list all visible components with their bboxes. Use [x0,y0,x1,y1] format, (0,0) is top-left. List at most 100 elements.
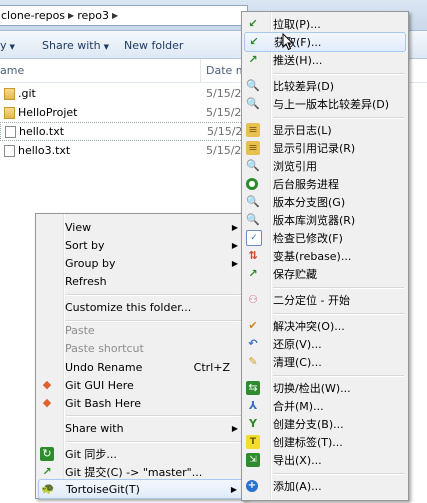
menu-item-sort-by[interactable]: Sort by ▶ [38,235,244,255]
menu-item-rebase[interactable]: ⇅ 变基(rebase)... [244,246,406,266]
menu-item-stash-save[interactable]: ↗ 保存贮藏 [244,264,406,284]
git-diamond-icon: ◆ [42,396,52,409]
file-name: hello.txt [19,125,65,138]
menu-item-export[interactable]: ⇲ 导出(X)... [244,450,406,470]
menu-item-pull[interactable]: ↙ 拉取(P)... [244,14,406,34]
diff-prev-icon: 🔍 [246,97,260,110]
menu-item-refresh[interactable]: Refresh [38,271,244,291]
file-row-git[interactable]: .git 5/15/201 [0,84,255,103]
menu-item-git-bash-here[interactable]: ◆ Git Bash Here [38,393,244,413]
file-row-hello-txt[interactable]: hello.txt 5/15/201 [0,122,256,141]
menu-item-browse-refs[interactable]: 🔍 浏览引用 [244,156,406,176]
menu-item-share-with[interactable]: Share with ▶ [38,418,244,438]
breadcrumb-repo3[interactable]: repo3 [77,9,109,22]
stash-icon: ↗ [248,267,258,280]
menu-item-revert[interactable]: ↶ 还原(V)... [244,334,406,354]
menu-item-git-gui-here[interactable]: ◆ Git GUI Here [38,375,244,395]
menu-item-git-sync[interactable]: ↻ Git 同步... [38,444,244,464]
chevron-down-icon: ▼ [103,43,109,51]
menu-item-show-reflog[interactable]: ≡ 显示引用记录(R) [244,138,406,158]
menu-item-paste: Paste [65,323,95,337]
menu-item-tortoisegit[interactable]: 🐢 TortoiseGit(T) ▶ [38,479,244,499]
switch-icon: ⇆ [246,381,260,395]
text-file-icon [5,125,16,138]
menu-separator [273,375,404,377]
menu-item-merge[interactable]: ⅄ 合并(M)... [244,396,406,416]
mouse-cursor-icon [282,33,294,51]
revert-icon: ↶ [248,337,258,350]
tortoisegit-submenu: ↙ 拉取(P)... ↙ 获取(F)... ↗ 推送(H)... 🔍 比较差异(… [241,11,409,501]
pull-icon: ↙ [248,17,258,30]
menu-separator [273,117,404,119]
menu-separator [273,73,404,75]
branch-icon: Y [249,417,257,430]
breadcrumb-separator-icon[interactable]: ▶ [68,11,74,20]
file-row-helloprojet[interactable]: HelloProjet 5/15/201 [0,103,255,122]
menu-item-create-branch[interactable]: Y 创建分支(B)... [244,414,406,434]
breadcrumb-clone-repos[interactable]: clone-repos [1,9,65,22]
add-icon: + [246,480,258,492]
git-sync-icon: ↻ [40,447,54,461]
fetch-icon: ↙ [249,35,259,48]
bisect-icon: ⚇ [248,293,258,306]
submenu-arrow-icon: ▶ [230,484,237,494]
git-diamond-icon: ◆ [42,378,52,391]
menu-separator [66,441,242,443]
merge-icon: ⅄ [248,399,258,412]
menu-separator [273,313,404,315]
menu-item-resolve[interactable]: ✔ 解决冲突(O)... [244,316,406,336]
menu-item-view[interactable]: View ▶ [38,217,244,237]
menu-item-group-by[interactable]: Group by ▶ [38,253,244,273]
menu-separator [273,473,404,475]
menu-item-diff[interactable]: 🔍 比较差异(D) [244,76,406,96]
resolve-icon: ✔ [248,319,258,332]
address-bar[interactable]: clone-repos ▶ repo3 ▶ [0,5,248,26]
folder-icon [4,106,15,119]
revision-graph-icon: 🔍 [246,195,260,208]
daemon-icon: ● [246,178,258,190]
submenu-arrow-icon: ▶ [231,240,238,250]
share-with-button[interactable]: Share with ▼ [42,39,109,52]
repo-browser-icon: 🔍 [246,213,260,226]
rebase-icon: ⇅ [248,249,258,262]
menu-item-daemon[interactable]: ● 后台服务进程 [244,174,406,194]
file-name: HelloProjet [18,106,78,119]
column-divider[interactable] [200,59,201,83]
column-name-header[interactable]: ame [0,64,24,77]
chevron-down-icon: ▼ [9,43,15,51]
export-icon: ⇲ [246,453,260,467]
browse-refs-icon: 🔍 [246,159,260,172]
submenu-arrow-icon: ▶ [231,423,238,433]
organize-button[interactable]: y ▼ [0,39,15,52]
menu-separator [273,287,404,289]
menu-item-push[interactable]: ↗ 推送(H)... [244,50,406,70]
tag-icon: T [246,435,260,449]
menu-item-repo-browser[interactable]: 🔍 版本库浏览器(R) [244,210,406,230]
menu-item-revision-graph[interactable]: 🔍 版本分支图(G) [244,192,406,212]
menu-item-add[interactable]: + 添加(A)... [244,476,406,496]
breadcrumb-separator-icon[interactable]: ▶ [112,11,118,20]
git-commit-icon: ↗ [42,465,52,478]
text-file-icon [4,144,15,157]
push-icon: ↗ [248,53,258,66]
file-name: hello3.txt [18,144,71,157]
file-row-hello3-txt[interactable]: hello3.txt 5/15/201 [0,141,255,160]
menu-item-customize-folder[interactable]: Customize this folder... [38,297,244,317]
submenu-arrow-icon: ▶ [231,222,238,232]
submenu-arrow-icon: ▶ [231,258,238,268]
new-folder-button[interactable]: New folder [124,39,183,52]
menu-item-switch-checkout[interactable]: ⇆ 切换/检出(W)... [244,378,406,398]
diff-icon: 🔍 [246,79,260,92]
menu-item-bisect-start[interactable]: ⚇ 二分定位 - 开始 [244,290,406,310]
reflog-icon: ≡ [246,141,260,155]
menu-item-show-log[interactable]: ≡ 显示日志(L) [244,120,406,140]
menu-item-cleanup[interactable]: ✎ 清理(C)... [244,352,406,372]
menu-item-create-tag[interactable]: T 创建标签(T)... [244,432,406,452]
menu-item-undo-rename[interactable]: Undo Rename Ctrl+Z [38,357,244,377]
folder-icon [4,87,15,100]
check-modifications-icon: ✓ [246,230,262,246]
menu-item-diff-previous[interactable]: 🔍 与上一版本比较差异(D) [244,94,406,114]
file-list: .git 5/15/201 HelloProjet 5/15/201 hello… [0,84,256,160]
menu-item-fetch[interactable]: ↙ 获取(F)... [244,32,406,52]
menu-item-check-modifications[interactable]: ✓ 检查已修改(F) [244,228,406,248]
